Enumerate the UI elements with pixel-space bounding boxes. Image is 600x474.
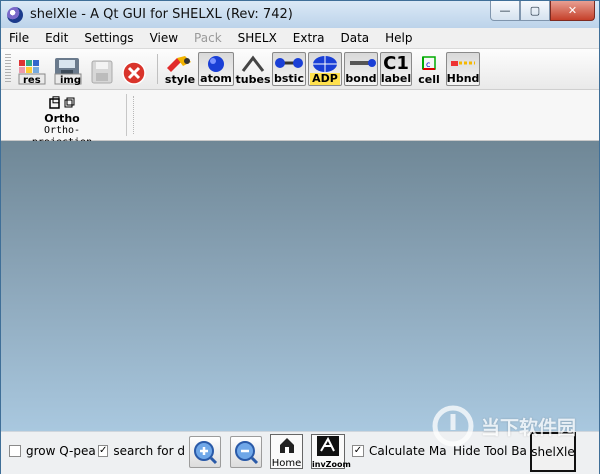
title-bar[interactable]: shelXle - A Qt GUI for SHELXL (Rev: 742)… (1, 1, 599, 28)
ortho-projection-button[interactable]: Ortho Ortho-projection (15, 96, 109, 148)
menu-shelx[interactable]: SHELX (230, 31, 285, 45)
grow-q-label: grow Q-pea (26, 444, 96, 458)
molecule-viewport[interactable] (1, 141, 599, 431)
menu-file[interactable]: File (1, 31, 37, 45)
ball-stick-button[interactable]: bstic (272, 52, 306, 86)
svg-text:img: img (60, 75, 81, 86)
tubes-label: tubes (235, 73, 271, 86)
save-image-button[interactable]: img (51, 52, 85, 86)
unit-cell-icon: c (422, 56, 436, 70)
label-label: label (380, 72, 412, 85)
grow-q-peaks-checkbox[interactable]: grow Q-pea (9, 444, 97, 458)
menu-edit[interactable]: Edit (37, 31, 76, 45)
grow-q-box[interactable] (9, 445, 21, 457)
invzoom-button[interactable]: invZoom (311, 434, 351, 469)
menu-pack[interactable]: Pack (186, 31, 230, 45)
unit-cell-button[interactable]: c cell (414, 52, 444, 86)
invzoom-icon (317, 436, 339, 456)
zoom-in-button[interactable] (189, 436, 221, 468)
atom-icon (208, 56, 224, 72)
hbond-icon (451, 61, 475, 66)
ortho-title: Ortho (44, 112, 80, 125)
close-button[interactable]: ✕ (550, 1, 595, 21)
ball-stick-icon (275, 58, 303, 68)
tubes-icon (241, 55, 265, 72)
zoom-out-icon (235, 441, 259, 465)
svg-text:c: c (426, 60, 430, 69)
home-label: Home (271, 458, 302, 469)
home-button[interactable]: Home (270, 434, 303, 469)
hbond-button[interactable]: Hbnd (446, 52, 480, 86)
maximize-button[interactable]: ▢ (520, 1, 550, 21)
menu-data[interactable]: Data (332, 31, 377, 45)
toolbar2-grip (133, 96, 134, 134)
cell-label: cell (418, 73, 440, 86)
stop-button[interactable] (119, 52, 149, 86)
label-button[interactable]: C1 label (380, 52, 412, 86)
style-icon (167, 56, 191, 72)
bond-label: bond (345, 72, 377, 85)
save-image-icon: img (54, 58, 82, 86)
menu-bar: File Edit Settings View Pack SHELX Extra… (1, 28, 599, 49)
toolbar2-separator (126, 94, 127, 136)
main-toolbar: res img style atom tubes bstic ADP bond … (1, 49, 599, 90)
toolbar-grip[interactable] (5, 54, 11, 84)
adp-label: ADP (310, 72, 340, 85)
bond-button[interactable]: bond (344, 52, 378, 86)
toolbar-separator (157, 54, 158, 84)
open-res-button[interactable]: res (15, 52, 49, 86)
style-button[interactable]: style (164, 52, 196, 86)
home-icon (279, 438, 294, 453)
adp-button[interactable]: ADP (308, 52, 342, 86)
app-window: shelXle - A Qt GUI for SHELXL (Rev: 742)… (0, 0, 600, 474)
ortho-icon (49, 96, 75, 109)
search-checkbox[interactable]: ✓ search for d (98, 444, 184, 458)
watermark-text: 当下软件园 (481, 416, 577, 439)
label-icon: C1 (383, 53, 409, 74)
window-title: shelXle - A Qt GUI for SHELXL (Rev: 742) (30, 7, 293, 22)
minimize-button[interactable]: — (490, 1, 520, 21)
zoom-out-button[interactable] (230, 436, 262, 468)
save-button[interactable] (87, 52, 117, 86)
ball-stick-label: bstic (274, 72, 304, 85)
app-icon (7, 6, 23, 23)
search-box[interactable]: ✓ (98, 445, 109, 457)
zoom-in-icon (194, 441, 218, 465)
calculate-map-box[interactable]: ✓ (352, 445, 364, 457)
menu-help[interactable]: Help (377, 31, 420, 45)
invzoom-label: invZoom (312, 460, 351, 469)
style-label: style (164, 73, 196, 86)
projection-toolbar: Ortho Ortho-projection (1, 90, 599, 148)
hbond-label: Hbnd (446, 72, 480, 85)
menu-extra[interactable]: Extra (285, 31, 333, 45)
svg-text:res: res (23, 75, 41, 86)
tubes-button[interactable]: tubes (235, 52, 271, 86)
atom-label: atom (200, 72, 232, 85)
menu-view[interactable]: View (142, 31, 186, 45)
window-controls: — ▢ ✕ (490, 1, 595, 21)
bond-icon (350, 59, 376, 67)
atom-button[interactable]: atom (198, 52, 234, 86)
watermark: 当下软件园 (431, 404, 576, 448)
search-label: search for d (113, 444, 184, 458)
adp-icon (313, 56, 337, 72)
save-disk-icon (91, 60, 113, 84)
stop-icon (122, 61, 146, 85)
watermark-logo (432, 405, 474, 447)
menu-settings[interactable]: Settings (76, 31, 141, 45)
res-file-icon: res (18, 60, 46, 86)
